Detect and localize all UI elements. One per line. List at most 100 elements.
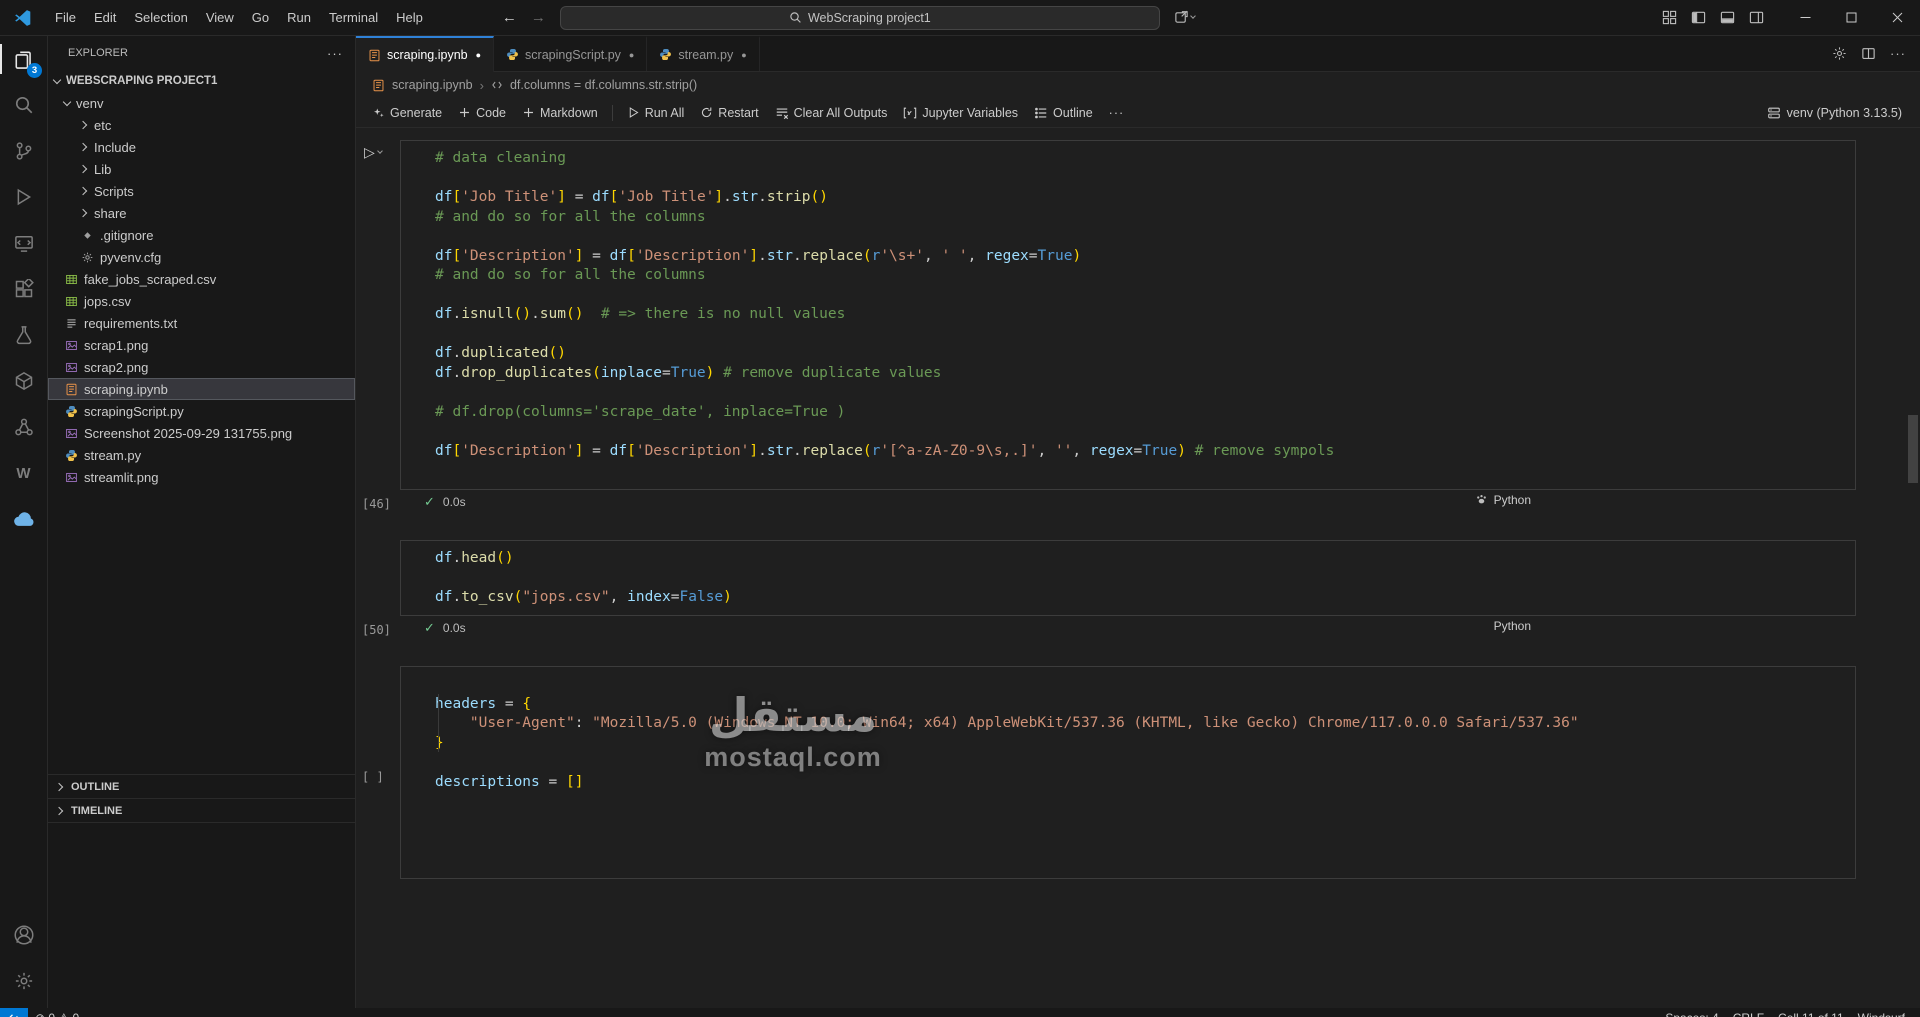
modified-dot[interactable]: ●: [476, 50, 481, 60]
cell-main: headers = { "User-Agent": "Mozilla/5.0 (…: [400, 666, 1856, 879]
toggle-primary-sidebar-icon[interactable]: [1691, 10, 1706, 25]
file-scraping-ipynb[interactable]: scraping.ipynb: [48, 378, 355, 400]
more-actions-button[interactable]: ···: [1101, 103, 1133, 123]
activity-bar-bottom: [0, 912, 47, 1004]
explorer-more-actions-icon[interactable]: ···: [327, 46, 343, 61]
folder-share[interactable]: share: [48, 202, 355, 224]
forward-arrow-icon[interactable]: →: [531, 9, 546, 26]
remote-indicator[interactable]: [0, 1008, 28, 1017]
cell-kernel-icon: [1475, 493, 1488, 506]
cloud-icon[interactable]: [0, 496, 47, 542]
explorer-icon[interactable]: 3: [0, 36, 47, 82]
menu-terminal[interactable]: Terminal: [320, 6, 387, 29]
run-cell-button[interactable]: ▷: [364, 144, 383, 161]
cell-editor[interactable]: headers = { "User-Agent": "Mozilla/5.0 (…: [400, 666, 1856, 879]
kernel-picker[interactable]: venv (Python 3.13.5): [1767, 106, 1920, 120]
windsurf-icon[interactable]: W: [0, 450, 47, 496]
menu-view[interactable]: View: [197, 6, 243, 29]
new-window-icon[interactable]: [1174, 10, 1196, 25]
cell-status-left: ✓ 0.0s: [400, 620, 466, 636]
panel-outline[interactable]: OUTLINE: [48, 774, 355, 798]
breadcrumb-cell[interactable]: df.columns = df.columns.str.strip(): [510, 78, 697, 92]
indentation-setting[interactable]: Spaces: 4: [1658, 1008, 1725, 1017]
settings-icon[interactable]: [0, 958, 47, 1004]
cell-language-picker[interactable]: Python: [1475, 493, 1531, 507]
testing-icon[interactable]: [0, 312, 47, 358]
toggle-secondary-sidebar-icon[interactable]: [1749, 10, 1764, 25]
cell-position[interactable]: Cell 11 of 11: [1771, 1008, 1851, 1017]
file-gitignore[interactable]: .gitignore: [48, 224, 355, 246]
file-fake-jobs-scraped-csv[interactable]: fake_jobs_scraped.csv: [48, 268, 355, 290]
cell-language-picker[interactable]: Python: [1494, 619, 1531, 633]
modified-dot[interactable]: ●: [741, 50, 746, 60]
split-editor-icon[interactable]: [1861, 46, 1876, 61]
command-center-search[interactable]: WebScraping project1: [559, 5, 1160, 30]
code-line: }: [435, 734, 444, 751]
jupyter-variables-button[interactable]: Jupyter Variables: [895, 103, 1026, 123]
folder-venv[interactable]: venv: [48, 92, 355, 114]
menu-go[interactable]: Go: [243, 6, 278, 29]
package-explorer-icon[interactable]: [0, 358, 47, 404]
file-screenshot-2025-09-29-131755-png[interactable]: Screenshot 2025-09-29 131755.png: [48, 422, 355, 444]
file-requirements-txt[interactable]: requirements.txt: [48, 312, 355, 334]
windsurf-status[interactable]: Windsurf: [1851, 1008, 1912, 1017]
generate-button[interactable]: Generate: [364, 103, 450, 123]
execution-time: 0.0s: [442, 621, 466, 635]
folder-scripts[interactable]: Scripts: [48, 180, 355, 202]
run-all-button[interactable]: Run All: [619, 103, 693, 123]
notebook-settings-icon[interactable]: [1832, 46, 1847, 61]
cell-editor[interactable]: # data cleaning df['Job Title'] = df['Jo…: [400, 140, 1856, 490]
clear-all-outputs-button[interactable]: Clear All Outputs: [767, 103, 896, 123]
image-file-icon: [64, 361, 78, 374]
source-control-icon[interactable]: [0, 128, 47, 174]
modified-dot[interactable]: ●: [629, 50, 634, 60]
file-jops-csv[interactable]: jops.csv: [48, 290, 355, 312]
panel-timeline[interactable]: TIMELINE: [48, 798, 355, 822]
folder-etc[interactable]: etc: [48, 114, 355, 136]
run-and-debug-icon[interactable]: [0, 174, 47, 220]
minimize-button[interactable]: [1782, 0, 1828, 36]
menu-run[interactable]: Run: [278, 6, 320, 29]
add-code-cell-button[interactable]: Code: [450, 103, 514, 123]
outline-button[interactable]: Outline: [1026, 103, 1101, 123]
tab-scrapingscript-py[interactable]: scrapingScript.py ●: [494, 36, 648, 71]
menu-edit[interactable]: Edit: [85, 6, 125, 29]
breadcrumb-file[interactable]: scraping.ipynb: [392, 78, 473, 92]
file-scrapingscript-py[interactable]: scrapingScript.py: [48, 400, 355, 422]
more-actions-icon[interactable]: ···: [1890, 46, 1906, 61]
file-stream-py[interactable]: stream.py: [48, 444, 355, 466]
project-root-folder[interactable]: WEBSCRAPING PROJECT1: [48, 70, 355, 92]
file-scrap2-png[interactable]: scrap2.png: [48, 356, 355, 378]
live-share-icon[interactable]: [0, 404, 47, 450]
maximize-button[interactable]: [1828, 0, 1874, 36]
file-streamlit-png[interactable]: streamlit.png: [48, 466, 355, 488]
menu-file[interactable]: File: [46, 6, 85, 29]
folder-lib[interactable]: Lib: [48, 158, 355, 180]
problems[interactable]: ⊘ 0 ⚠ 0: [28, 1008, 86, 1017]
menu-selection[interactable]: Selection: [125, 6, 196, 29]
tab-stream-py[interactable]: stream.py ●: [647, 36, 760, 71]
add-markdown-cell-button[interactable]: Markdown: [514, 103, 606, 123]
extensions-icon[interactable]: [0, 266, 47, 312]
editor-scrollbar[interactable]: [1908, 415, 1918, 483]
close-button[interactable]: [1874, 0, 1920, 36]
customize-layout-icon[interactable]: [1662, 10, 1677, 25]
file-scrap1-png[interactable]: scrap1.png: [48, 334, 355, 356]
remote-explorer-icon[interactable]: [0, 220, 47, 266]
search-icon[interactable]: [0, 82, 47, 128]
back-arrow-icon[interactable]: ←: [502, 9, 517, 26]
eol-setting[interactable]: CRLF: [1726, 1008, 1771, 1017]
file-label: venv: [76, 95, 104, 111]
accounts-icon[interactable]: [0, 912, 47, 958]
tab-scraping-ipynb[interactable]: scraping.ipynb ●: [356, 36, 495, 72]
menu-help[interactable]: Help: [387, 6, 432, 29]
file-pyvenv-cfg[interactable]: pyvenv.cfg: [48, 246, 355, 268]
restart-kernel-button[interactable]: Restart: [692, 103, 766, 123]
folder-include[interactable]: Include: [48, 136, 355, 158]
cell-editor[interactable]: df.head() df.to_csv("jops.csv", index=Fa…: [400, 539, 1856, 616]
vars-icon: [903, 106, 917, 120]
toggle-panel-icon[interactable]: [1720, 10, 1735, 25]
cell-status-left: ✓ 0.0s: [400, 494, 466, 510]
